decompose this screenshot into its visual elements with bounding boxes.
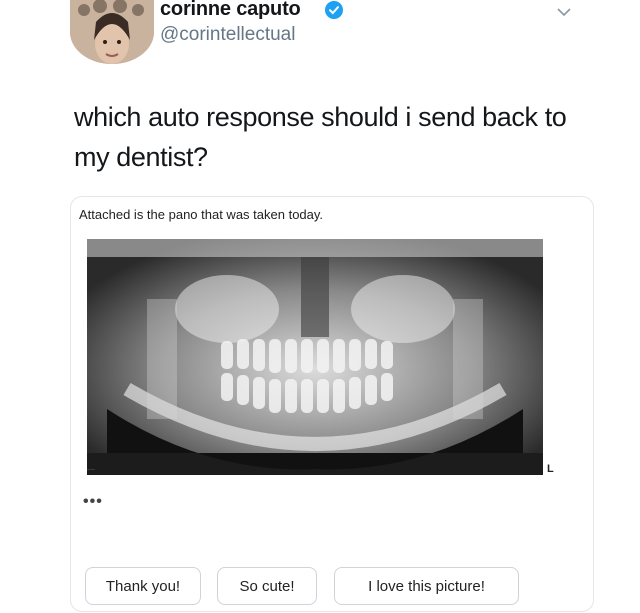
xray-side-marker: L — [547, 463, 554, 475]
display-name[interactable]: corinne caputo — [160, 0, 301, 21]
user-handle[interactable]: @corintellectual — [160, 24, 295, 46]
chevron-down-icon[interactable] — [556, 6, 572, 18]
tweet-header: corinne caputo @corintellectual — [70, 0, 640, 80]
avatar[interactable] — [70, 0, 154, 64]
email-body-line: Attached is the pano that was taken toda… — [79, 207, 324, 222]
avatar-image — [70, 0, 154, 64]
verified-badge-icon — [325, 1, 343, 19]
more-options-dots[interactable]: ••• — [83, 493, 103, 511]
smart-reply-thank-you[interactable]: Thank you! — [85, 567, 201, 605]
dental-xray-image: ---- — [87, 239, 543, 475]
smart-reply-so-cute[interactable]: So cute! — [217, 567, 317, 605]
email-screenshot: Attached is the pano that was taken toda… — [70, 196, 594, 612]
smart-reply-love-picture[interactable]: I love this picture! — [334, 567, 519, 605]
svg-text:----: ---- — [87, 467, 95, 473]
tweet-text: which auto response should i send back t… — [74, 102, 567, 172]
